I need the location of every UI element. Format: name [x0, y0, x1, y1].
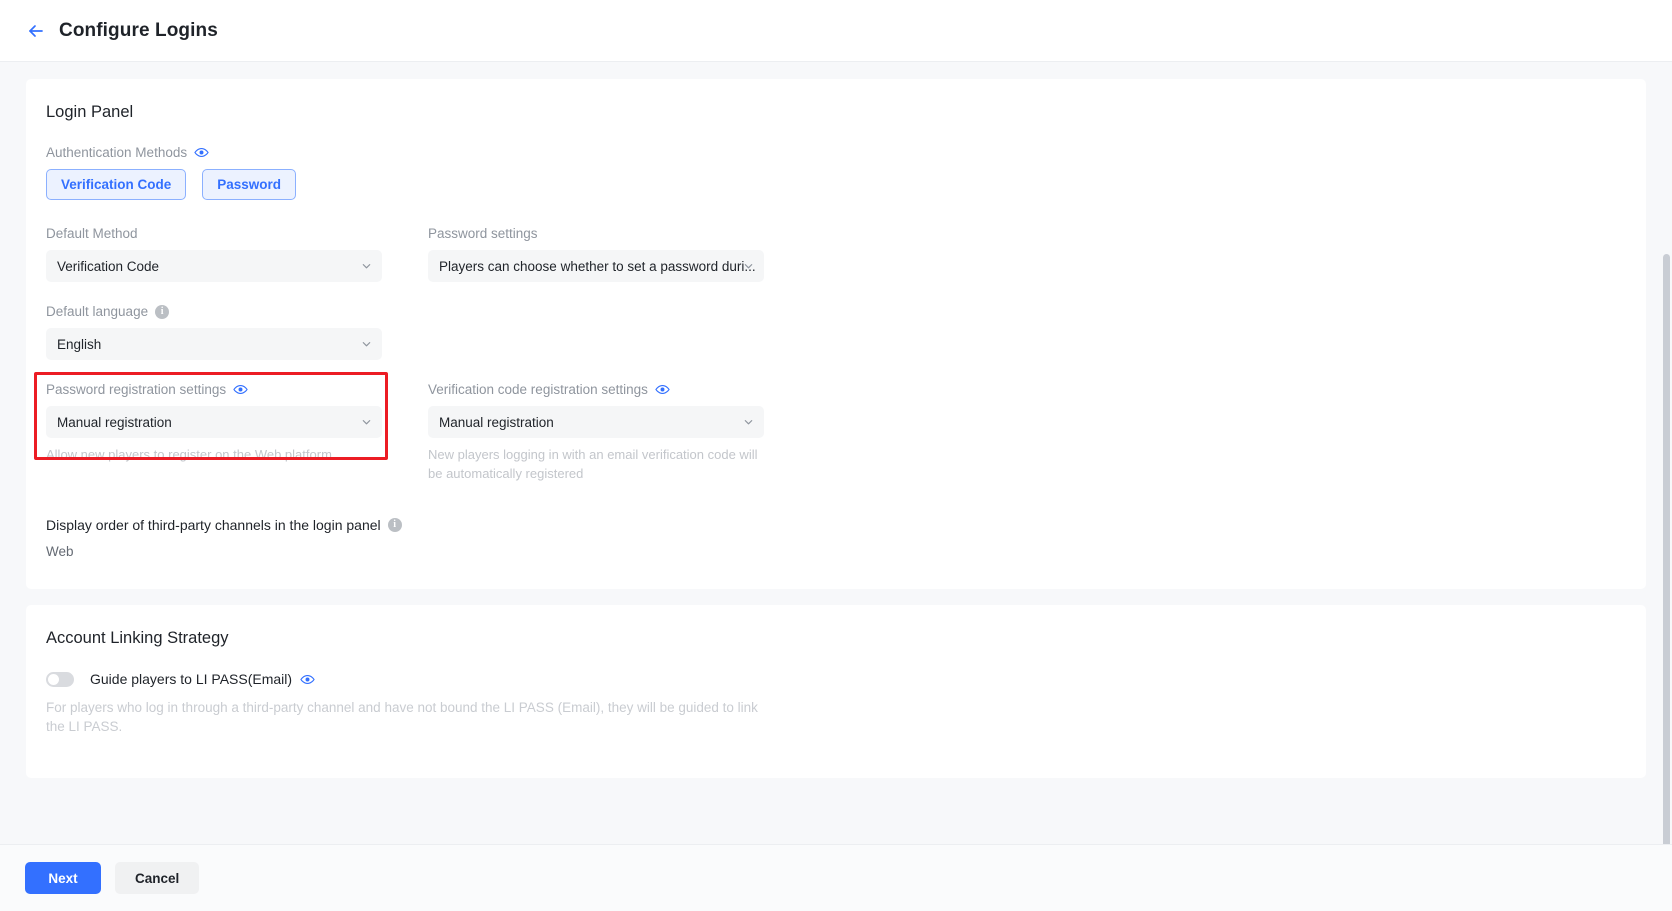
chevron-down-icon [361, 339, 372, 350]
page-title: Configure Logins [59, 19, 218, 41]
content-scroll-area: Login Panel Authentication Methods Verif… [0, 62, 1672, 911]
configure-logins-page: Configure Logins Login Panel Authenticat… [0, 0, 1672, 911]
toggle-knob [48, 673, 59, 685]
default-method-label: Default Method [46, 226, 138, 241]
password-registration-field: Password registration settings Manual re… [34, 372, 388, 483]
arrow-left-icon[interactable] [25, 20, 47, 42]
verification-registration-select[interactable]: Manual registration [428, 406, 764, 438]
guide-players-toggle-row: Guide players to LI PASS(Email) [46, 671, 1626, 687]
default-language-text: Default language [46, 304, 149, 319]
chip-verification-code[interactable]: Verification Code [46, 169, 187, 200]
eye-icon[interactable] [300, 672, 315, 687]
default-method-row: Default Method Verification Code Passwor… [46, 226, 1626, 282]
password-settings-label: Password settings [428, 226, 538, 241]
page-header: Configure Logins [0, 0, 1672, 62]
third-party-order-label: Display order of third-party channels in… [46, 517, 1626, 533]
info-icon[interactable]: i [155, 304, 170, 319]
default-language-row: Default language i English [46, 304, 1626, 360]
authentication-methods-label: Authentication Methods [46, 145, 1626, 160]
info-icon[interactable]: i [387, 518, 402, 532]
password-registration-help: Allow new players to register on the Web… [46, 447, 332, 462]
eye-icon[interactable] [233, 382, 248, 397]
guide-players-toggle[interactable] [46, 671, 74, 687]
verification-registration-text: Verification code registration settings [428, 382, 648, 397]
guide-players-text: Guide players to LI PASS(Email) [90, 671, 293, 687]
default-language-spacer [428, 304, 764, 360]
verification-registration-value: Manual registration [439, 414, 554, 430]
account-linking-description: For players who log in through a third-p… [46, 700, 758, 734]
default-method-value: Verification Code [57, 258, 160, 274]
verification-registration-label: Verification code registration settings [428, 382, 764, 397]
default-language-label: Default language i [46, 304, 382, 319]
login-panel-title: Login Panel [46, 103, 134, 121]
page-footer: Next Cancel [0, 844, 1672, 911]
verification-registration-help: New players logging in with an email ver… [428, 447, 758, 481]
eye-icon[interactable] [194, 145, 209, 160]
chevron-down-icon [361, 417, 372, 428]
default-language-value: English [57, 336, 102, 352]
vertical-scrollbar-thumb[interactable] [1663, 254, 1670, 854]
authentication-method-chips: Verification Code Password [46, 169, 1626, 200]
password-registration-select[interactable]: Manual registration [46, 406, 382, 438]
chevron-down-icon [361, 261, 372, 272]
password-settings-field: Password settings Players can choose whe… [428, 226, 764, 282]
default-language-select[interactable]: English [46, 328, 382, 360]
chevron-down-icon [743, 417, 754, 428]
third-party-order-text: Display order of third-party channels in… [46, 517, 381, 533]
default-language-field: Default language i English [46, 304, 382, 360]
chevron-down-icon [743, 261, 754, 272]
password-registration-value: Manual registration [57, 414, 172, 430]
default-method-select[interactable]: Verification Code [46, 250, 382, 282]
chip-password[interactable]: Password [202, 169, 297, 200]
third-party-platform-label[interactable]: Web [46, 544, 1626, 559]
login-panel-card: Login Panel Authentication Methods Verif… [26, 79, 1646, 589]
verification-registration-field: Verification code registration settings … [428, 382, 764, 483]
next-button[interactable]: Next [25, 862, 101, 894]
account-linking-card: Account Linking Strategy Guide players t… [26, 605, 1646, 778]
eye-icon[interactable] [655, 382, 670, 397]
password-registration-text: Password registration settings [46, 382, 227, 397]
vertical-scrollbar-track[interactable] [1663, 62, 1670, 911]
default-method-field: Default Method Verification Code [46, 226, 382, 282]
registration-settings-row: Password registration settings Manual re… [34, 372, 1626, 483]
password-settings-value: Players can choose whether to set a pass… [439, 258, 756, 274]
authentication-methods-text: Authentication Methods [46, 145, 188, 160]
account-linking-title: Account Linking Strategy [46, 629, 229, 647]
password-registration-label: Password registration settings [46, 382, 382, 397]
third-party-order-section: Display order of third-party channels in… [46, 517, 1626, 559]
guide-players-label: Guide players to LI PASS(Email) [90, 671, 315, 687]
cancel-button[interactable]: Cancel [115, 862, 200, 894]
password-settings-select[interactable]: Players can choose whether to set a pass… [428, 250, 764, 282]
